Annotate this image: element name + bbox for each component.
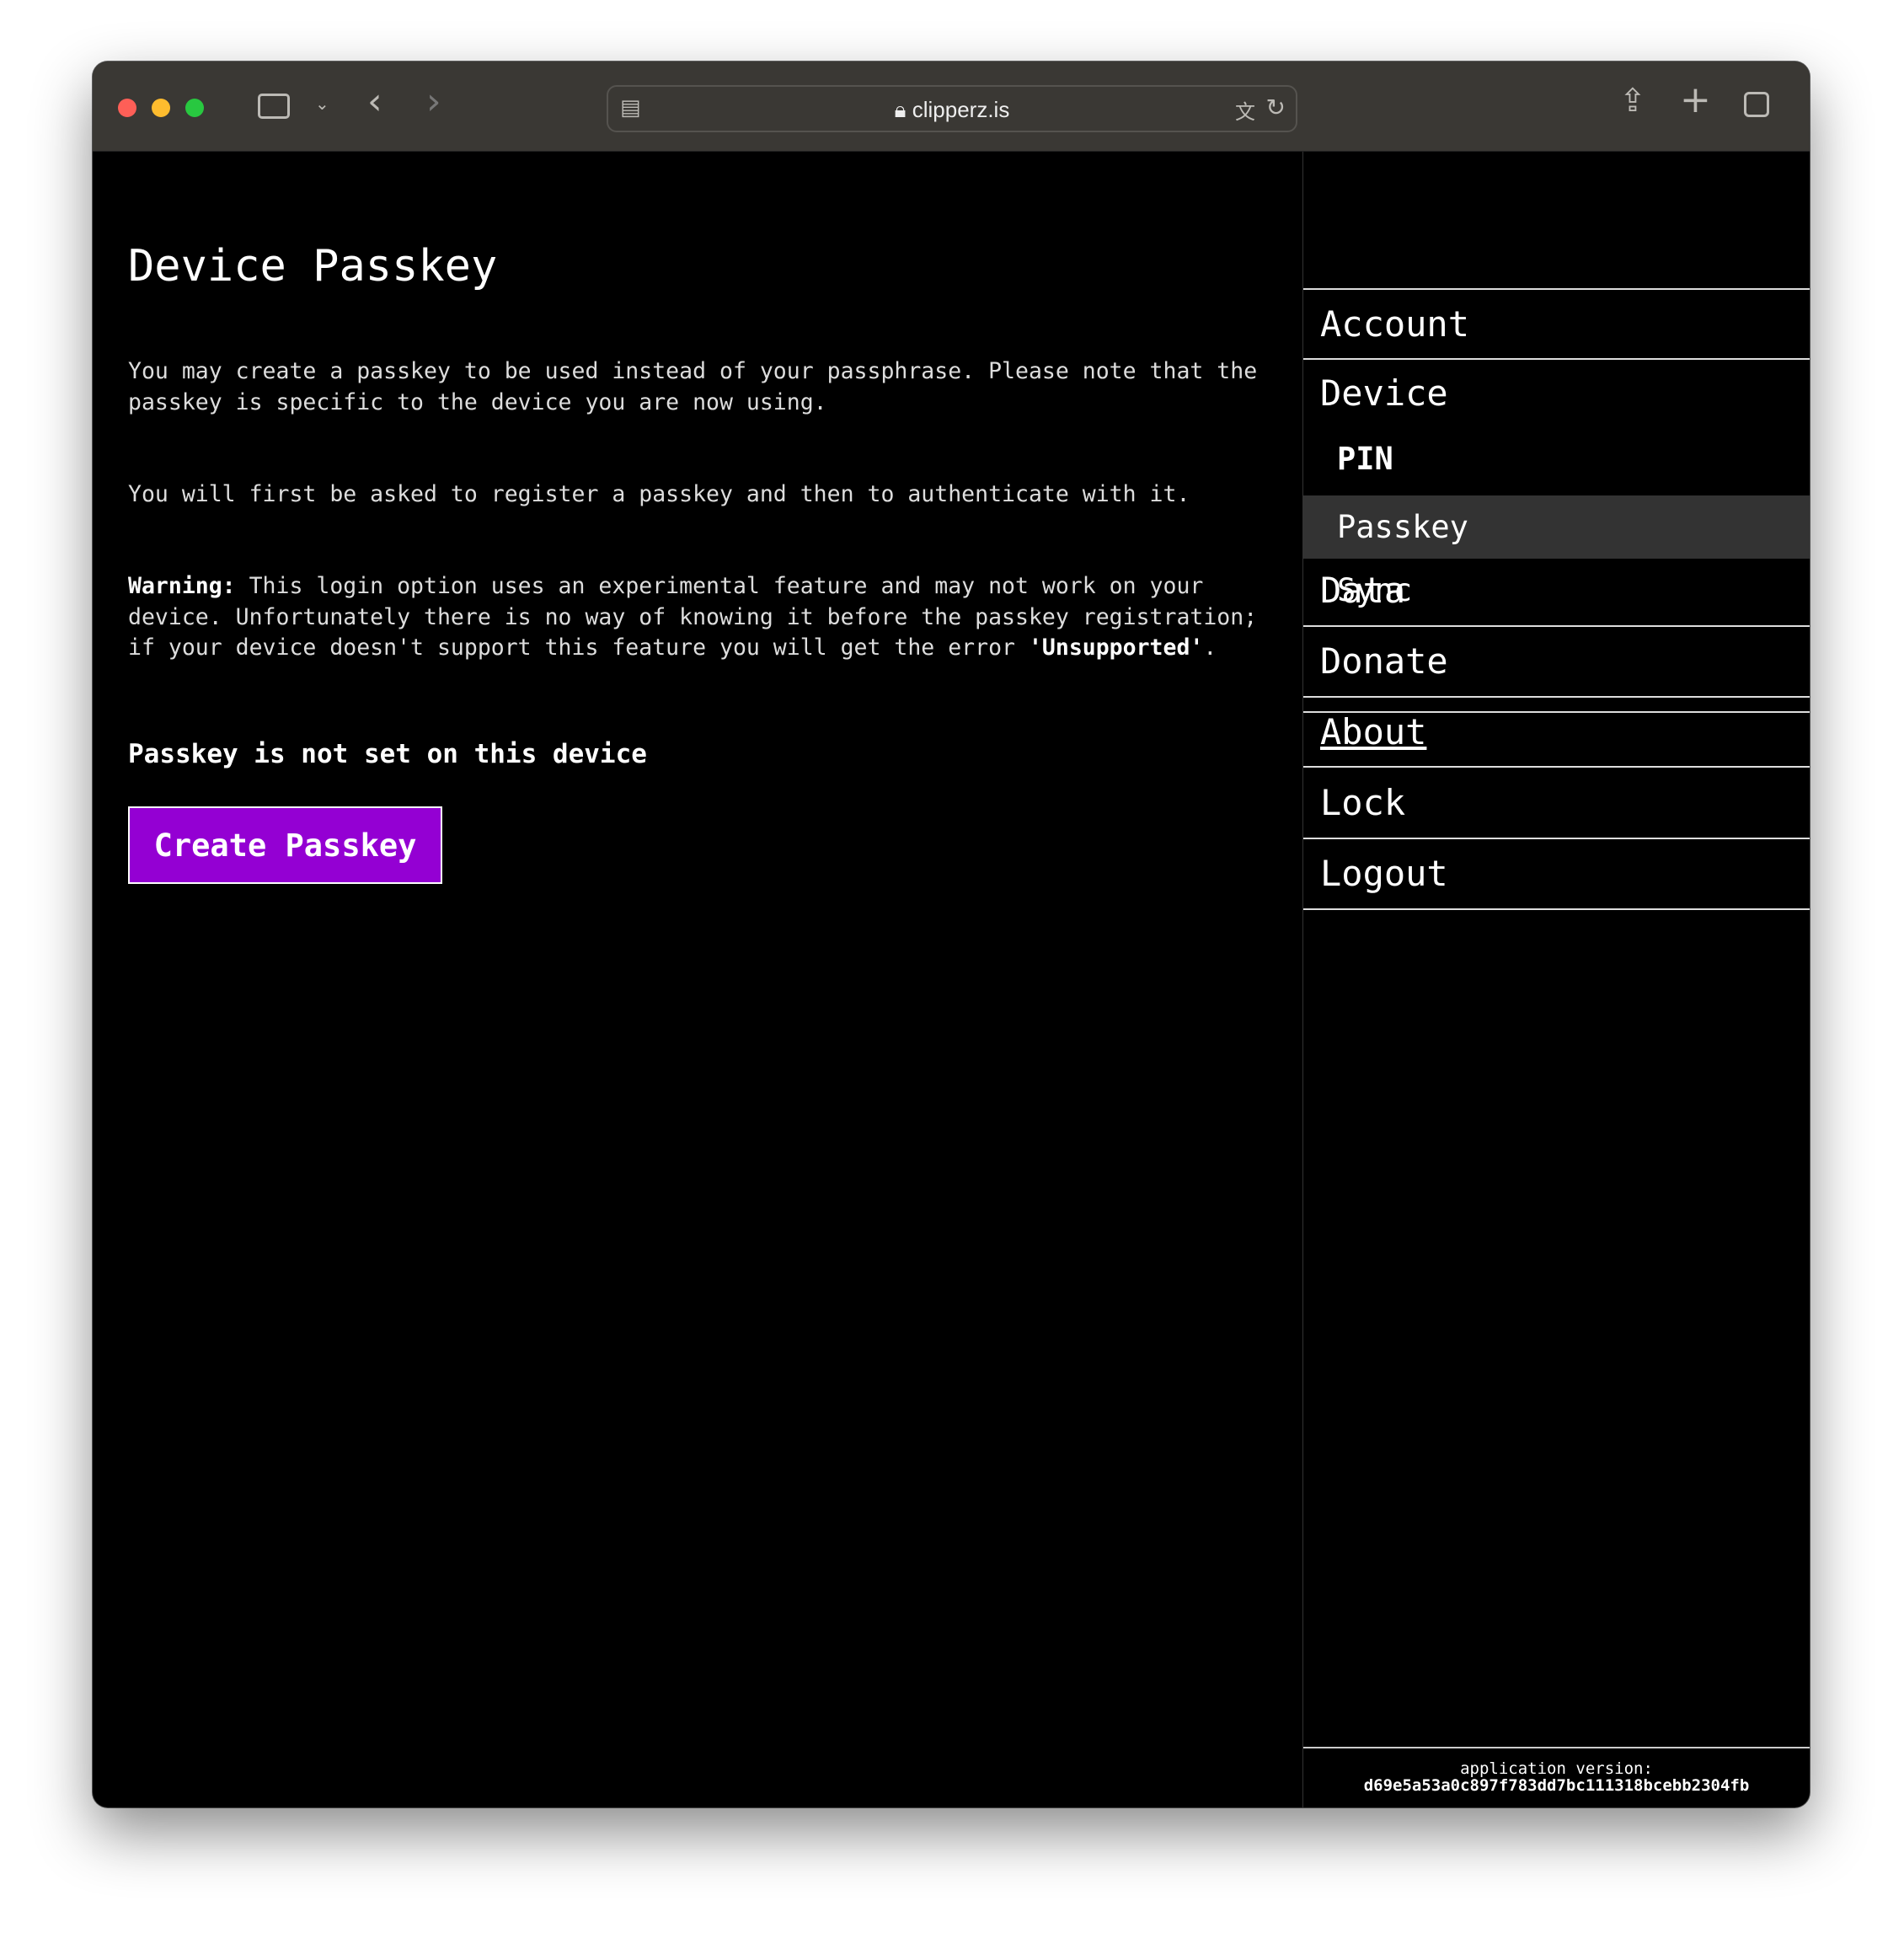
lock-icon: 🔒︎ bbox=[894, 97, 907, 122]
minimize-window-button[interactable] bbox=[152, 99, 170, 117]
sidebar-subitem-pin[interactable]: PIN bbox=[1303, 427, 1810, 490]
main-content: Device Passkey You may create a passkey … bbox=[93, 152, 1302, 1807]
sidebar-item-account[interactable]: Account bbox=[1303, 290, 1810, 360]
intro-paragraph: You may create a passkey to be used inst… bbox=[128, 358, 1258, 415]
forward-icon[interactable]: › bbox=[426, 80, 441, 123]
close-window-button[interactable] bbox=[118, 99, 136, 117]
sidebar-item-data[interactable]: Data bbox=[1303, 556, 1810, 627]
sidebar: Account Device PIN Passkey Sync Data Don… bbox=[1302, 152, 1810, 1807]
reload-icon[interactable]: ↻ bbox=[1266, 94, 1286, 121]
instructions-paragraph: You will first be asked to register a pa… bbox=[128, 481, 1190, 507]
address-bar[interactable]: ▤ 🔒︎ clipperz.is 文 ↻ bbox=[607, 85, 1297, 132]
maximize-window-button[interactable] bbox=[185, 99, 204, 117]
share-icon[interactable]: ⇪ bbox=[1619, 82, 1646, 119]
version-label: application version: bbox=[1460, 1759, 1653, 1778]
version-footer: application version: d69e5a53a0c897f783d… bbox=[1303, 1747, 1810, 1794]
sidebar-item-lock[interactable]: Lock bbox=[1303, 768, 1810, 839]
warning-end: . bbox=[1203, 635, 1217, 661]
warning-paragraph: Warning: This login option uses an exper… bbox=[128, 571, 1257, 664]
sidebar-item-device[interactable]: Device bbox=[1303, 360, 1810, 427]
translate-icon[interactable]: 文 bbox=[1235, 95, 1255, 125]
sidebar-item-logout[interactable]: Logout bbox=[1303, 839, 1810, 910]
sidebar-item-about[interactable]: About bbox=[1303, 698, 1810, 768]
sidebar-toggle-icon[interactable] bbox=[258, 94, 290, 119]
warning-label: Warning: bbox=[128, 573, 236, 599]
back-icon[interactable]: ‹ bbox=[367, 80, 382, 123]
browser-toolbar: ⌄ ‹ › ▤ 🔒︎ clipperz.is 文 ↻ ⇪ + bbox=[93, 62, 1810, 152]
browser-window: ⌄ ‹ › ▤ 🔒︎ clipperz.is 文 ↻ ⇪ + Device Pa… bbox=[93, 62, 1810, 1807]
sidebar-item-donate[interactable]: Donate bbox=[1303, 627, 1810, 698]
sidebar-subitem-passkey[interactable]: Passkey bbox=[1303, 495, 1810, 559]
new-tab-icon[interactable]: + bbox=[1680, 78, 1711, 121]
url-text: clipperz.is bbox=[912, 97, 1010, 122]
passkey-status: Passkey is not set on this device bbox=[128, 739, 647, 769]
page-title: Device Passkey bbox=[128, 241, 498, 292]
error-name: 'Unsupported' bbox=[1028, 635, 1204, 661]
tabs-overview-icon[interactable] bbox=[1744, 92, 1769, 117]
chevron-down-icon[interactable]: ⌄ bbox=[315, 94, 329, 114]
version-hash: d69e5a53a0c897f783dd7bc111318bcebb2304fb bbox=[1363, 1776, 1750, 1795]
create-passkey-button[interactable]: Create Passkey bbox=[128, 806, 442, 884]
